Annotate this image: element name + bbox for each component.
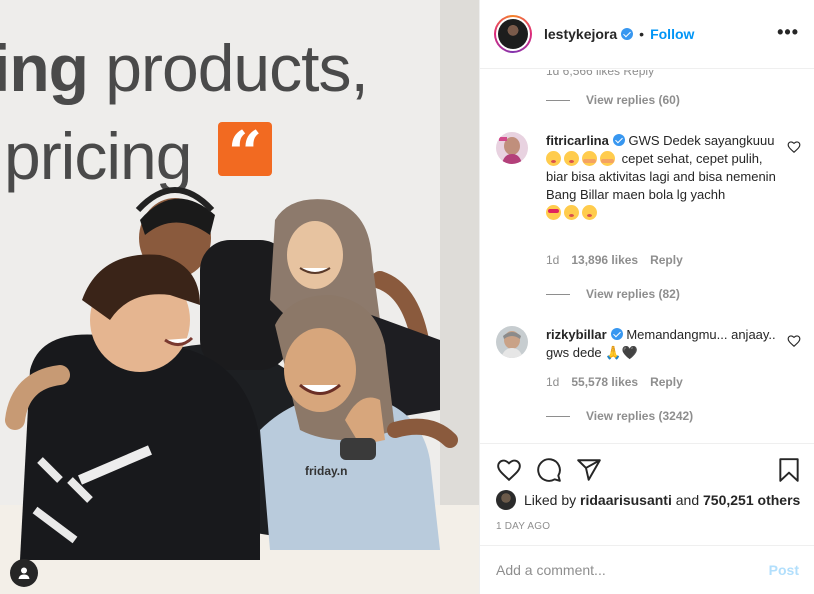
hugging-emoji-icon (600, 151, 615, 166)
comment-heart-icon[interactable] (787, 140, 801, 154)
kissing-emoji-icon (546, 151, 561, 166)
comment-icon[interactable] (536, 457, 562, 483)
verified-icon (610, 328, 623, 340)
orange-quote-logo: “ (218, 122, 272, 186)
author-username[interactable]: lestykejora (544, 26, 617, 42)
pray-and-heart-emoji-icon: 🙏🖤 (605, 346, 638, 361)
comment-likes[interactable]: 55,578 likes (571, 375, 638, 389)
wall-text-line-1: ing products, (0, 31, 369, 105)
kissing-emoji-icon (564, 151, 579, 166)
comment-body: fitricarlina GWS Dedek sayangkuuu cepet … (546, 132, 776, 222)
likes-count[interactable]: 750,251 others (703, 492, 800, 508)
liker-username[interactable]: ridaarisusanti (580, 492, 672, 508)
comment-item: fitricarlina GWS Dedek sayangkuuu cepet … (496, 132, 801, 302)
follow-button[interactable]: Follow (650, 26, 694, 42)
add-comment-bar: Post (480, 545, 814, 594)
share-icon[interactable] (576, 457, 602, 483)
comments-list[interactable]: 1d 6,566 likes Reply View replies (60) f… (480, 70, 814, 443)
post-date[interactable]: 1 DAY AGO (496, 521, 550, 532)
comment-username[interactable]: fitricarlina (546, 133, 609, 148)
comment-meta: 1d 13,896 likes Reply (546, 253, 683, 267)
people-illustration: friday.n (5, 187, 458, 560)
comment-likes[interactable]: 13,896 likes (571, 253, 638, 267)
reply-button[interactable]: Reply (650, 253, 683, 267)
kissing-emoji-icon (582, 205, 597, 220)
heart-eyes-emoji-icon (546, 205, 561, 220)
shirt-text: friday.n (305, 464, 347, 478)
commenter-avatar[interactable] (496, 326, 528, 358)
view-replies-button[interactable]: View replies (60) (546, 93, 680, 107)
verified-icon (612, 134, 625, 146)
comment-username[interactable]: rizkybillar (546, 327, 607, 342)
liker-avatar[interactable] (496, 490, 516, 510)
hugging-emoji-icon (582, 151, 597, 166)
comment-meta: 1d 55,578 likes Reply (546, 375, 683, 389)
comment-text-continued: cepet sehat, cepet pulih, biar bisa akti… (546, 151, 776, 202)
author-avatar[interactable] (494, 15, 532, 53)
comment-age: 1d (546, 253, 560, 267)
liked-by-and: and (675, 492, 700, 508)
kissing-emoji-icon (564, 205, 579, 220)
liked-by: Liked by ridaarisusanti and 750,251 othe… (496, 490, 800, 510)
view-replies-button[interactable]: View replies (82) (546, 287, 680, 301)
post-comment-button[interactable]: Post (769, 562, 799, 578)
post-header: lestykejora • Follow ••• (480, 0, 814, 69)
comment-input[interactable] (496, 562, 769, 578)
bookmark-icon[interactable] (776, 457, 802, 483)
comment-body: rizkybillar Memandangmu... anjaay.. gws … (546, 326, 776, 363)
partial-comment-meta: 1d 6,566 likes Reply (546, 70, 655, 78)
heart-icon[interactable] (496, 457, 522, 483)
comment-heart-icon[interactable] (787, 334, 801, 348)
header-separator: • (639, 26, 645, 42)
post-photo[interactable]: ing products, pricing “ friday.n (0, 0, 479, 594)
verified-icon (621, 28, 634, 40)
comment-item: rizkybillar Memandangmu... anjaay.. gws … (496, 326, 801, 443)
commenter-avatar[interactable] (496, 132, 528, 164)
post-side-panel: lestykejora • Follow ••• 1d 6,566 likes … (479, 0, 814, 594)
comment-text: GWS Dedek sayangkuuu (624, 133, 775, 148)
view-replies-button[interactable]: View replies (3242) (546, 409, 693, 423)
comment-age: 1d (546, 375, 560, 389)
reply-button[interactable]: Reply (650, 375, 683, 389)
user-tag-icon (18, 567, 30, 579)
liked-by-prefix: Liked by (524, 492, 577, 508)
tagged-users-button[interactable] (10, 559, 38, 587)
more-icon[interactable]: ••• (777, 23, 799, 41)
